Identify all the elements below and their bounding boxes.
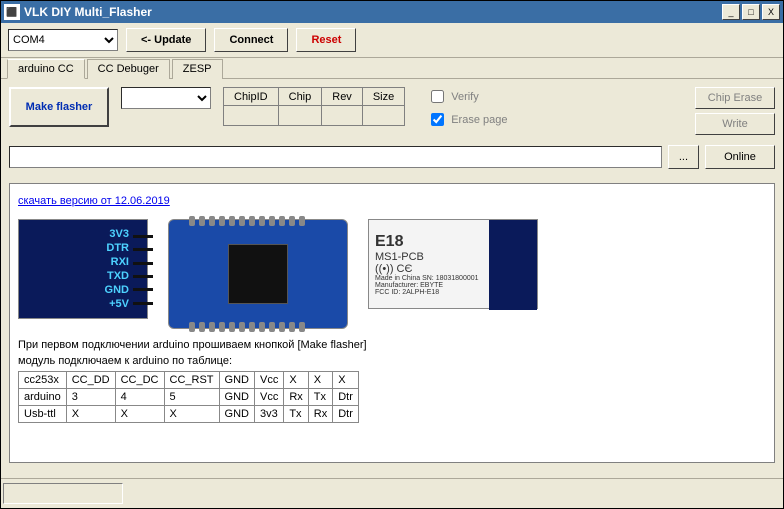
chip-erase-button[interactable]: Chip Erase [695, 87, 775, 109]
download-link[interactable]: скачать версию от 12.06.2019 [18, 195, 170, 207]
com-port-select[interactable]: COM4 [8, 29, 118, 51]
connect-button[interactable]: Connect [214, 28, 288, 52]
verify-checkbox[interactable]: Verify [427, 87, 507, 106]
browse-button[interactable]: ... [668, 145, 699, 169]
write-button[interactable]: Write [695, 113, 775, 135]
file-path-input[interactable] [9, 146, 662, 168]
instruction-line-1: При первом подключении arduino прошиваем… [18, 339, 766, 351]
tab-arduino-cc[interactable]: arduino CC [7, 59, 85, 79]
window-title: VLK DIY Multi_Flasher [24, 5, 722, 19]
tab-zesp[interactable]: ZESP [172, 59, 223, 79]
instruction-line-2: модуль подключаем к arduino по таблице: [18, 355, 766, 367]
erase-page-checkbox[interactable]: Erase page [427, 110, 507, 129]
firmware-select[interactable] [121, 87, 211, 109]
make-flasher-button[interactable]: Make flasher [9, 87, 109, 127]
table-row: cc253xCC_DDCC_DCCC_RSTGNDVccXXX [19, 372, 359, 389]
pin-mapping-table: cc253xCC_DDCC_DCCC_RSTGNDVccXXX arduino3… [18, 371, 359, 423]
col-rev: Rev [322, 88, 363, 106]
reset-button[interactable]: Reset [296, 28, 356, 52]
tab-cc-debuger[interactable]: CC Debuger [87, 59, 170, 79]
titlebar: ⬛ VLK DIY Multi_Flasher _ □ X [1, 1, 783, 23]
close-button[interactable]: X [762, 4, 780, 20]
col-chipid: ChipID [224, 88, 279, 106]
tabstrip: arduino CC CC Debuger ZESP [1, 58, 783, 78]
minimize-button[interactable]: _ [722, 4, 740, 20]
col-chip: Chip [278, 88, 322, 106]
table-row: Usb-ttlXXXGND3v3TxRxDtr [19, 406, 359, 423]
chip-spec-table: ChipID Chip Rev Size [223, 87, 405, 126]
update-button[interactable]: <- Update [126, 28, 206, 52]
content-frame[interactable]: скачать версию от 12.06.2019 3V3 DTR RXI… [9, 183, 775, 463]
board-usb-ttl-image: 3V3 DTR RXI TXD GND +5V [18, 219, 148, 319]
board-arduino-image [168, 219, 348, 329]
col-size: Size [362, 88, 404, 106]
table-row: arduino345GNDVccRxTxDtr [19, 389, 359, 406]
online-button[interactable]: Online [705, 145, 775, 169]
board-e18-image: E18 MS1-PCB ((•)) CЄ Made in China SN: 1… [368, 219, 538, 309]
toolbar: COM4 <- Update Connect Reset [1, 23, 783, 58]
app-icon: ⬛ [4, 4, 20, 20]
statusbar [1, 478, 783, 508]
maximize-button[interactable]: □ [742, 4, 760, 20]
